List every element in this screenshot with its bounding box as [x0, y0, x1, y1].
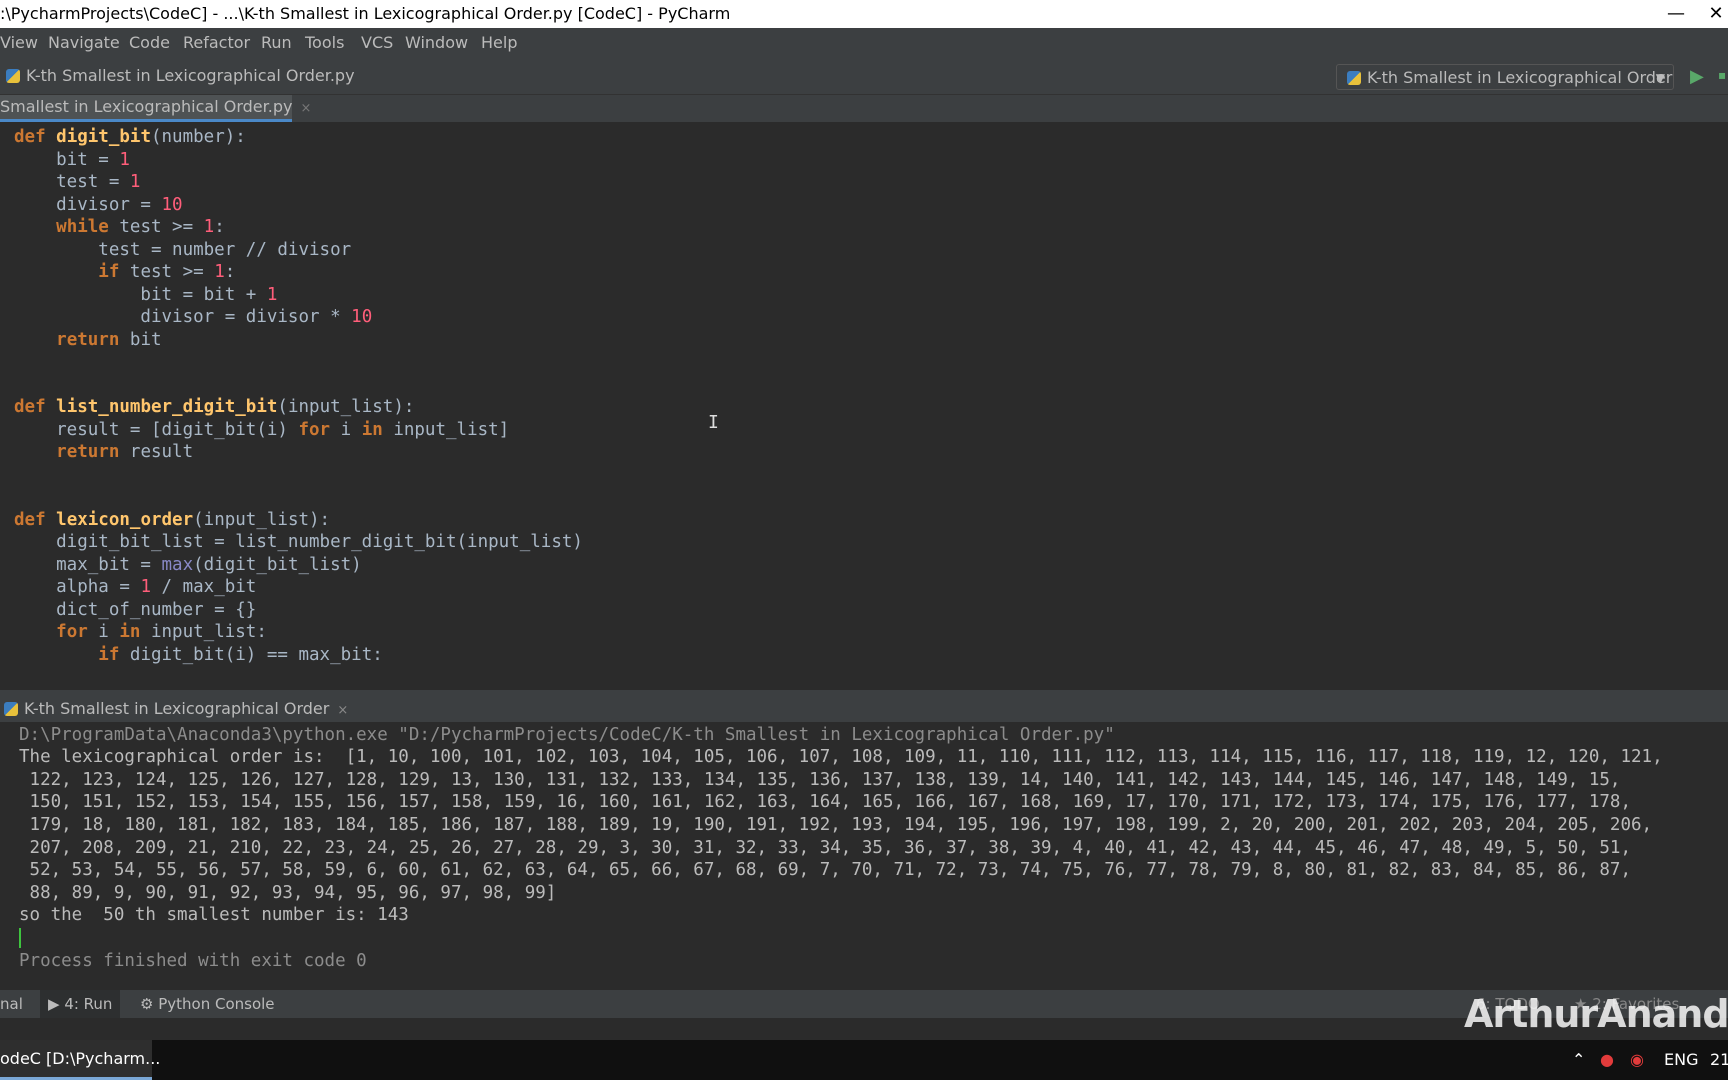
code-line[interactable]: return bit — [14, 329, 161, 351]
console-output-line: 179, 18, 180, 181, 182, 183, 184, 185, 1… — [19, 815, 1653, 835]
editor-tab-active[interactable]: Smallest in Lexicographical Order.py × — [0, 95, 311, 122]
console-command-line: D:\ProgramData\Anaconda3\python.exe "D:/… — [19, 725, 1115, 745]
python-console-tab[interactable]: ⚙ Python Console — [140, 990, 275, 1018]
terminal-tab[interactable]: nal — [0, 990, 23, 1018]
breadcrumb-file[interactable]: K-th Smallest in Lexicographical Order.p… — [26, 66, 355, 85]
code-line[interactable]: def list_number_digit_bit(input_list): — [14, 396, 414, 418]
code-line[interactable]: dict_of_number = {} — [14, 599, 256, 621]
console-output-line: 88, 89, 9, 90, 91, 92, 93, 94, 95, 96, 9… — [19, 883, 557, 903]
input-language[interactable]: ENG — [1664, 1040, 1698, 1080]
taskbar: odeC [D:\Pycharm... ⌃ ● ◉ ENG 21 — [0, 1040, 1728, 1080]
menu-vcs[interactable]: VCS — [361, 28, 393, 58]
code-line[interactable]: return result — [14, 441, 193, 463]
code-line[interactable]: test = 1 — [14, 171, 140, 193]
code-line[interactable]: divisor = divisor * 10 — [14, 306, 372, 328]
menu-run[interactable]: Run — [261, 28, 292, 58]
code-line[interactable]: result = [digit_bit(i) for i in input_li… — [14, 419, 509, 441]
close-tab-icon[interactable]: × — [300, 101, 311, 116]
menu-navigate[interactable]: Navigate — [48, 28, 120, 58]
window-titlebar: :\PycharmProjects\CodeC] - ...\K-th Smal… — [0, 0, 1728, 28]
console-output-line: The lexicographical order is: [1, 10, 10… — [19, 747, 1663, 767]
debug-icon[interactable]: ▪ — [1718, 68, 1728, 82]
menu-tools[interactable]: Tools — [305, 28, 344, 58]
record-icon[interactable]: ● — [1600, 1040, 1614, 1080]
tray-chevron-up-icon[interactable]: ⌃ — [1572, 1040, 1585, 1080]
clock[interactable]: 21 — [1710, 1040, 1728, 1080]
close-window-button[interactable]: ✕ — [1704, 0, 1728, 28]
code-line[interactable]: bit = 1 — [14, 149, 130, 171]
python-file-icon — [4, 702, 18, 716]
minimize-button[interactable]: — — [1664, 0, 1688, 28]
window-title: :\PycharmProjects\CodeC] - ...\K-th Smal… — [0, 4, 731, 23]
python-console-label: Python Console — [158, 995, 275, 1013]
breadcrumb[interactable]: K-th Smallest in Lexicographical Order.p… — [6, 66, 355, 85]
watermark: ArthurAnanda — [1464, 992, 1728, 1036]
run-console-output[interactable]: D:\ProgramData\Anaconda3\python.exe "D:/… — [0, 722, 1728, 976]
editor-tab-label: Smallest in Lexicographical Order.py — [0, 97, 293, 116]
console-result-line: so the 50 th smallest number is: 143 — [19, 905, 409, 925]
console-caret — [19, 928, 21, 948]
taskbar-app-button[interactable]: odeC [D:\Pycharm... — [0, 1040, 160, 1080]
console-output-line: 207, 208, 209, 21, 210, 22, 23, 24, 25, … — [19, 838, 1631, 858]
run-tool-label: 4: Run — [64, 995, 113, 1013]
chevron-down-icon: ▼ — [1655, 71, 1665, 85]
run-tool-tab[interactable]: ▶ 4: Run — [40, 990, 121, 1018]
code-line[interactable]: digit_bit_list = list_number_digit_bit(i… — [14, 531, 583, 553]
menu-code[interactable]: Code — [129, 28, 170, 58]
code-line[interactable]: if test >= 1: — [14, 261, 235, 283]
navigation-bar: K-th Smallest in Lexicographical Order.p… — [0, 58, 1728, 95]
console-output-line: 122, 123, 124, 125, 126, 127, 128, 129, … — [19, 770, 1621, 790]
run-configuration-label: K-th Smallest in Lexicographical Order — [1367, 68, 1673, 87]
editor-tab-bar: Smallest in Lexicographical Order.py × — [0, 95, 1728, 122]
close-run-tab-icon[interactable]: × — [337, 703, 348, 718]
code-line[interactable]: def lexicon_order(input_list): — [14, 509, 330, 531]
menu-view[interactable]: View — [0, 28, 38, 58]
menu-window[interactable]: Window — [405, 28, 468, 58]
run-panel-tab[interactable]: K-th Smallest in Lexicographical Order × — [4, 696, 348, 724]
code-line[interactable]: while test >= 1: — [14, 216, 225, 238]
run-panel-header: K-th Smallest in Lexicographical Order × — [0, 696, 1728, 722]
menu-help[interactable]: Help — [481, 28, 517, 58]
python-file-icon — [1347, 71, 1361, 85]
python-file-icon — [6, 69, 20, 83]
menu-bar: View Navigate Code Refactor Run Tools VC… — [0, 28, 1728, 58]
code-line[interactable]: def digit_bit(number): — [14, 126, 246, 148]
menu-refactor[interactable]: Refactor — [183, 28, 250, 58]
code-line[interactable]: divisor = 10 — [14, 194, 182, 216]
run-button[interactable]: ▶ — [1690, 66, 1704, 87]
run-panel-title: K-th Smallest in Lexicographical Order — [24, 699, 330, 718]
code-line[interactable]: max_bit = max(digit_bit_list) — [14, 554, 362, 576]
python-console-icon: ⚙ — [140, 995, 159, 1013]
network-icon[interactable]: ◉ — [1630, 1040, 1644, 1080]
console-output-line: 52, 53, 54, 55, 56, 57, 58, 59, 6, 60, 6… — [19, 860, 1631, 880]
code-line[interactable]: alpha = 1 / max_bit — [14, 576, 256, 598]
code-editor[interactable]: def digit_bit(number): bit = 1 test = 1 … — [0, 122, 1728, 690]
console-exit-line: Process finished with exit code 0 — [19, 951, 367, 971]
code-line[interactable]: for i in input_list: — [14, 621, 267, 643]
run-icon: ▶ — [48, 995, 65, 1013]
code-line[interactable]: test = number // divisor — [14, 239, 351, 261]
run-configuration-select[interactable]: K-th Smallest in Lexicographical Order ▼ — [1336, 64, 1674, 90]
console-output-line: 150, 151, 152, 153, 154, 155, 156, 157, … — [19, 792, 1631, 812]
code-line[interactable]: if digit_bit(i) == max_bit: — [14, 644, 382, 666]
code-line[interactable]: bit = bit + 1 — [14, 284, 277, 306]
text-cursor-icon: I — [708, 412, 719, 433]
